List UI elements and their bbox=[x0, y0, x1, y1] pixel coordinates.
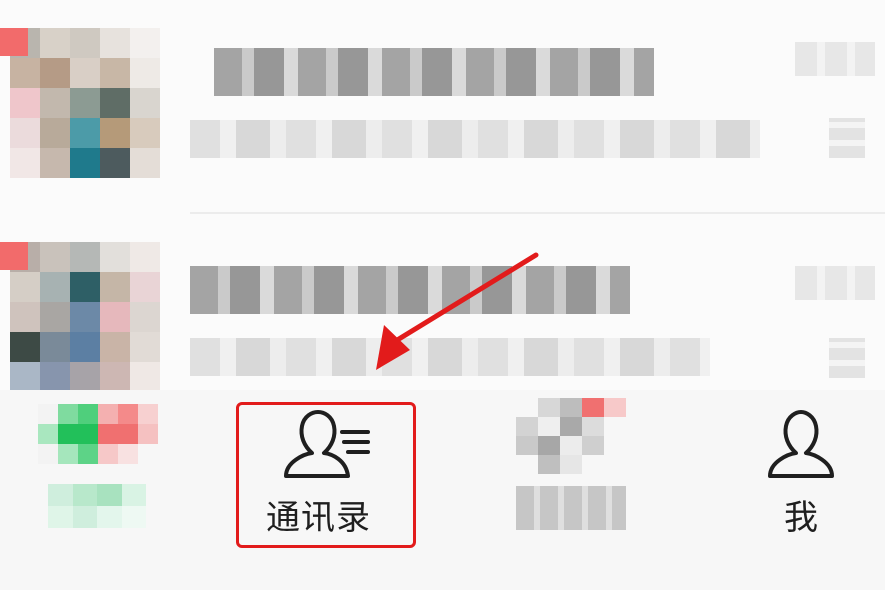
pointer-arrow-icon bbox=[376, 252, 539, 370]
